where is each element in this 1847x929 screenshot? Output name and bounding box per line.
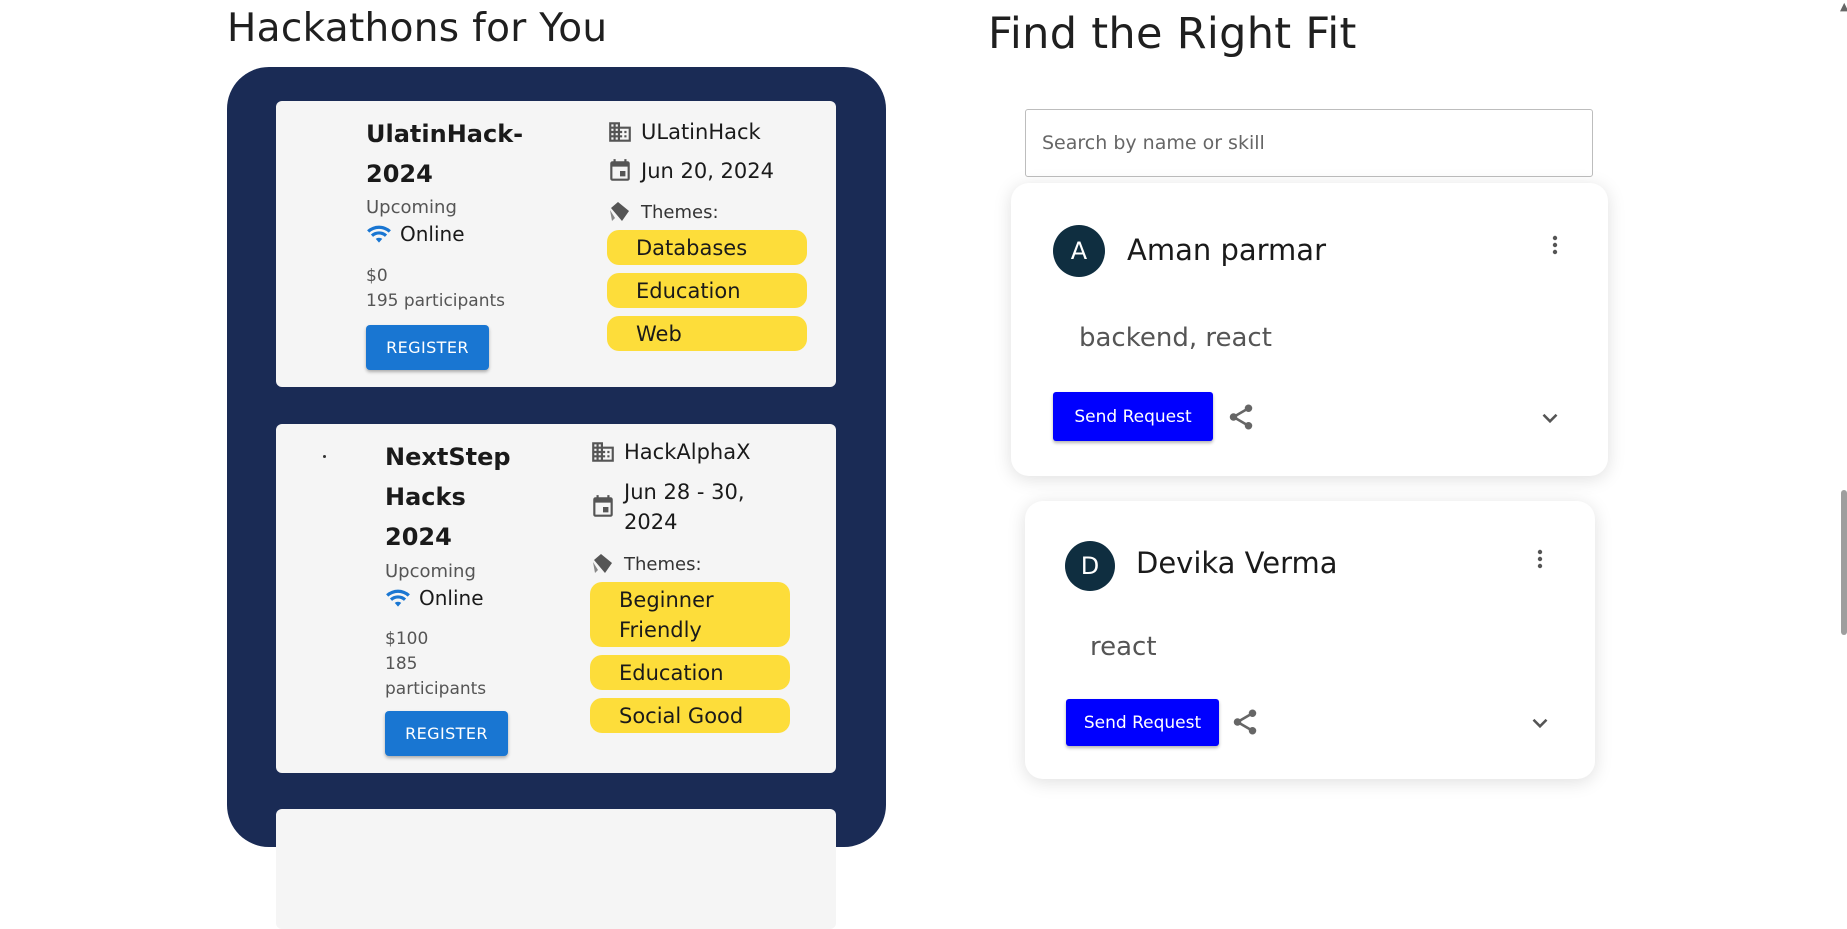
send-request-button[interactable]: Send Request — [1066, 699, 1219, 746]
scrollbar-thumb[interactable] — [1841, 490, 1847, 635]
hackathon-status: Upcoming — [385, 561, 476, 582]
hackathon-card[interactable]: NextStep Hacks 2024 Upcoming Online $100… — [276, 424, 836, 773]
logo-dot — [323, 455, 326, 458]
hackathon-status: Upcoming — [366, 197, 457, 218]
chevron-down-icon[interactable] — [1537, 405, 1563, 431]
share-icon[interactable] — [1226, 402, 1256, 432]
wifi-icon — [367, 225, 391, 243]
hackathon-name: NextStep Hacks 2024 — [385, 443, 511, 551]
hackathon-participants: 185 participants — [385, 654, 487, 699]
theme-pill: Beginner Friendly — [590, 582, 790, 647]
hackathon-organizer: ULatinHack — [607, 117, 761, 147]
hackathon-card[interactable] — [276, 809, 836, 929]
hackathon-mode-label: Online — [419, 586, 484, 610]
person-skills: backend, react — [1079, 323, 1272, 353]
more-vert-icon[interactable] — [1543, 233, 1567, 257]
calendar-icon — [593, 495, 613, 517]
share-icon[interactable] — [1230, 707, 1260, 737]
hackathons-section-title: Hackathons for You — [227, 6, 608, 51]
hackathon-date: Jun 20, 2024 — [607, 156, 774, 186]
hackathon-card[interactable]: UlatinHack- 2024 Upcoming Online $0 195 … — [276, 101, 836, 387]
hackathon-prize: $100 — [385, 629, 429, 649]
hackathon-participants: 195 participants — [366, 291, 506, 311]
person-name: Devika Verma — [1136, 546, 1338, 580]
theme-pill: Databases — [607, 230, 807, 265]
theme-pill: Education — [607, 273, 807, 308]
hackathon-mode: Online — [385, 586, 484, 610]
avatar: A — [1053, 225, 1105, 277]
find-fit-section-title: Find the Right Fit — [988, 9, 1357, 59]
more-vert-icon[interactable] — [1528, 547, 1552, 571]
building-icon — [592, 442, 614, 462]
hackathon-date: Jun 28 - 30, 2024 — [590, 477, 745, 537]
tag-icon — [610, 202, 629, 221]
building-icon — [609, 122, 631, 142]
hackathon-mode-label: Online — [400, 222, 465, 246]
register-button[interactable]: REGISTER — [385, 711, 508, 756]
calendar-icon — [610, 159, 630, 181]
themes-label: Themes: — [590, 552, 702, 576]
hackathon-name: UlatinHack- 2024 — [366, 120, 524, 188]
person-card[interactable]: A Aman parmar backend, react Send Reques… — [1011, 183, 1608, 476]
themes-label: Themes: — [607, 200, 719, 224]
send-request-button[interactable]: Send Request — [1053, 392, 1213, 441]
scroll-up-arrow-icon[interactable]: ▲ — [1840, 0, 1847, 13]
chevron-down-icon[interactable] — [1527, 710, 1553, 736]
person-card[interactable]: D Devika Verma react Send Request — [1025, 501, 1595, 779]
avatar: D — [1065, 541, 1115, 591]
search-input[interactable] — [1025, 109, 1593, 177]
theme-pill: Web — [607, 316, 807, 351]
register-button[interactable]: REGISTER — [366, 325, 489, 370]
hackathon-mode: Online — [366, 222, 465, 246]
theme-pill: Social Good — [590, 698, 790, 733]
hackathon-prize: $0 — [366, 266, 388, 286]
person-skills: react — [1090, 632, 1157, 662]
wifi-icon — [386, 589, 410, 607]
hackathons-panel[interactable]: UlatinHack- 2024 Upcoming Online $0 195 … — [227, 67, 886, 929]
hackathon-organizer: HackAlphaX — [590, 437, 750, 467]
theme-pill: Education — [590, 655, 790, 690]
tag-icon — [593, 554, 612, 573]
person-name: Aman parmar — [1127, 233, 1326, 267]
